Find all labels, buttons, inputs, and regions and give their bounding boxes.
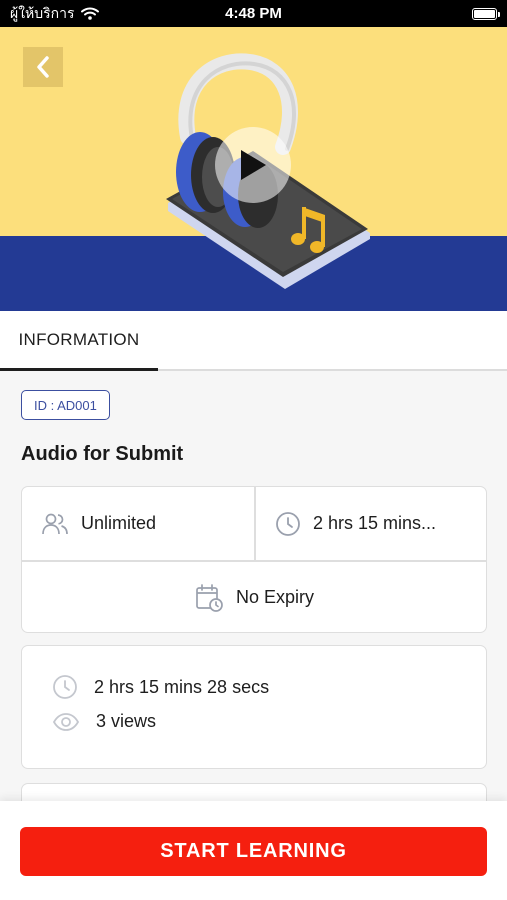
clock-icon	[52, 674, 78, 700]
battery-icon	[472, 7, 500, 20]
status-left: ผู้ให้บริการ	[10, 3, 99, 25]
bottom-action-bar: START LEARNING	[0, 801, 507, 900]
divider	[254, 487, 256, 560]
eye-icon	[52, 712, 80, 732]
clock-icon	[275, 511, 301, 537]
duration-value: 2 hrs 15 mins 28 secs	[94, 676, 270, 697]
wifi-icon	[80, 7, 99, 20]
expiry-value: No Expiry	[235, 587, 315, 607]
seats-cell: Unlimited	[41, 487, 156, 560]
duration-short-value: 2 hrs 15 mins...	[313, 513, 437, 533]
status-bar: ผู้ให้บริการ 4:48 PM	[0, 0, 507, 27]
back-button[interactable]	[23, 47, 63, 87]
tab-bar: INFORMATION	[0, 311, 507, 371]
carrier-label: ผู้ให้บริการ	[10, 4, 75, 21]
play-button[interactable]	[215, 127, 291, 203]
seats-value: Unlimited	[81, 513, 157, 533]
start-learning-button[interactable]: START LEARNING	[20, 827, 487, 876]
play-icon	[238, 148, 268, 182]
info-card: Unlimited 2 hrs 15 mins... No Expiry	[21, 486, 487, 633]
chevron-left-icon	[36, 56, 50, 78]
users-icon	[41, 512, 69, 536]
duration-row: 2 hrs 15 mins 28 secs	[52, 674, 269, 700]
expiry-cell: No Expiry	[22, 561, 486, 634]
calendar-clock-icon	[194, 583, 224, 613]
stats-card: 2 hrs 15 mins 28 secs 3 views	[21, 645, 487, 769]
duration-cell: 2 hrs 15 mins...	[275, 487, 436, 560]
views-row: 3 views	[52, 711, 156, 732]
hero-banner	[0, 27, 507, 311]
content-title: Audio for Submit	[21, 443, 184, 465]
views-value: 3 views	[96, 711, 157, 731]
id-badge: ID : AD001	[21, 390, 110, 420]
tab-information[interactable]: INFORMATION	[0, 311, 158, 371]
